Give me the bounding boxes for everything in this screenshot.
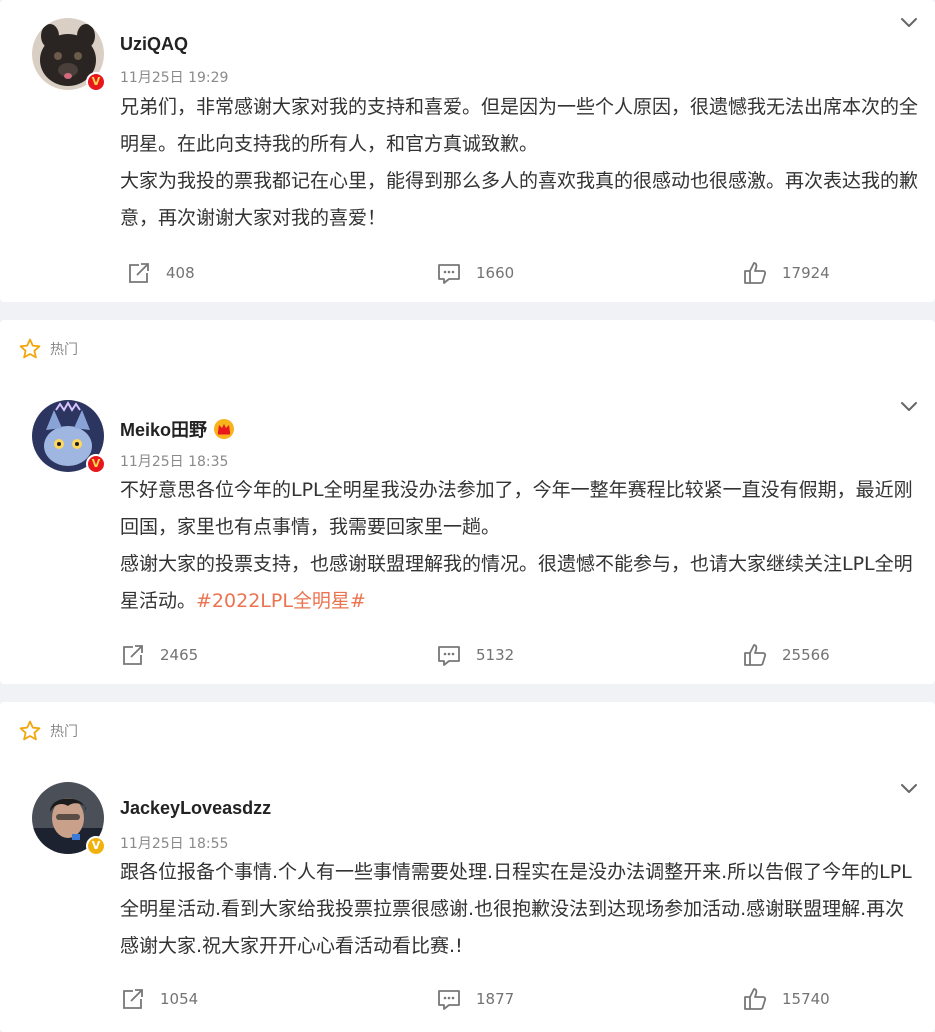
hot-label-text: 热门 [50,342,78,358]
star-icon [19,720,41,741]
verified-badge: V [86,72,106,92]
post-actions: 1054 1877 15740 [0,986,935,1016]
avatar[interactable]: V [32,18,106,92]
like-button[interactable]: 17924 [742,260,830,286]
post-text: 兄弟们，非常感谢大家对我的支持和喜爱。但是因为一些个人原因，很遗憾我无法出席本次… [120,89,920,237]
like-button[interactable]: 25566 [742,642,830,668]
comment-icon [438,646,460,666]
hot-label: 热门 [18,337,78,361]
username[interactable]: Meiko田野 [120,416,235,442]
verified-badge: V [86,454,106,474]
username[interactable]: UziQAQ [120,34,188,55]
like-icon [744,988,767,1010]
post-text: 跟各位报备个事情.个人有一些事情需要处理.日程实在是没办法调整开来.所以告假了今… [120,854,920,965]
avatar[interactable]: V [32,400,106,474]
comment-icon [438,990,460,1010]
repost-count: 2465 [160,646,199,664]
repost-button[interactable]: 408 [126,260,195,286]
comment-icon [438,264,460,284]
star-icon [19,338,41,359]
like-button[interactable]: 15740 [742,986,830,1012]
verified-badge: V [86,836,106,856]
repost-button[interactable]: 2465 [120,642,198,668]
repost-button[interactable]: 1054 [120,986,198,1012]
chevron-down-icon[interactable] [897,394,921,418]
chevron-down-icon[interactable] [897,10,921,34]
like-icon [744,262,767,284]
post-timestamp[interactable]: 11月25日 18:35 [120,451,228,471]
comment-button[interactable]: 5132 [436,642,514,668]
post-timestamp[interactable]: 11月25日 19:29 [120,67,228,87]
repost-icon [123,989,143,1009]
comment-button[interactable]: 1660 [436,260,514,286]
post-paragraph: 不好意思各位今年的LPL全明星我没办法参加了，今年一整年赛程比较紧一直没有假期，… [120,479,913,538]
member-crown-icon[interactable] [213,418,235,440]
comment-count: 1877 [476,990,515,1008]
post-paragraph: 大家为我投的票我都记在心里，能得到那么多人的喜欢我真的很感动也很感激。再次表达我… [120,170,919,229]
username-text[interactable]: Meiko田野 [120,416,207,442]
repost-count: 1054 [160,990,199,1008]
repost-icon [123,645,143,665]
avatar[interactable]: V [32,782,106,856]
like-count: 17924 [782,264,830,282]
post-actions: 2465 5132 25566 [0,642,935,672]
post-card: 热门 V Meiko田野 11月25日 18:35 不好意思各位今年的LPL全明… [0,320,935,684]
post-paragraph: 跟各位报备个事情.个人有一些事情需要处理.日程实在是没办法调整开来.所以告假了今… [120,861,912,957]
comment-count: 1660 [476,264,515,282]
post-paragraph: 感谢大家的投票支持，也感谢联盟理解我的情况。很遗憾不能参与，也请大家继续关注LP… [120,546,920,620]
post-card: V UziQAQ 11月25日 19:29 兄弟们，非常感谢大家对我的支持和喜爱… [0,0,935,302]
topic-hashtag-link[interactable]: #2022LPL全明星# [196,590,366,612]
post-actions: 408 1660 17924 [0,260,935,290]
repost-icon [129,263,149,283]
post-card: 热门 V JackeyLoveasdzz 11月25日 18:55 跟各位报备个… [0,702,935,1032]
post-timestamp[interactable]: 11月25日 18:55 [120,833,228,853]
like-count: 15740 [782,990,830,1008]
repost-count: 408 [166,264,195,282]
hot-label-text: 热门 [50,724,78,740]
comment-button[interactable]: 1877 [436,986,514,1012]
post-text: 不好意思各位今年的LPL全明星我没办法参加了，今年一整年赛程比较紧一直没有假期，… [120,472,920,620]
hot-label: 热门 [18,719,78,743]
like-icon [744,644,767,666]
like-count: 25566 [782,646,830,664]
post-paragraph: 兄弟们，非常感谢大家对我的支持和喜爱。但是因为一些个人原因，很遗憾我无法出席本次… [120,96,919,155]
username[interactable]: JackeyLoveasdzz [120,798,271,819]
username-text[interactable]: UziQAQ [120,34,188,55]
username-text[interactable]: JackeyLoveasdzz [120,798,271,819]
comment-count: 5132 [476,646,515,664]
chevron-down-icon[interactable] [897,776,921,800]
